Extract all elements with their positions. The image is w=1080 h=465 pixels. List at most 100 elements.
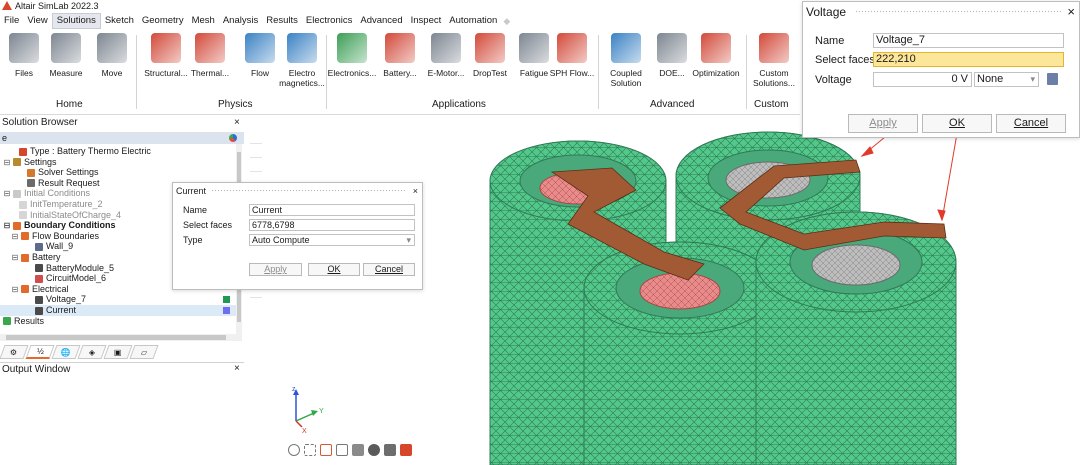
browser-tab-5[interactable]: ▱ <box>129 345 159 359</box>
ribbon-electronics-button[interactable]: Electronics... <box>328 33 376 89</box>
tree-item-type-battery-thermo-electric[interactable]: Type : Battery Thermo Electric <box>0 146 236 157</box>
menu-overflow-icon[interactable]: ◆ <box>503 16 510 27</box>
ribbon-optimization-button[interactable]: Optimization <box>692 33 740 89</box>
menu-geometry[interactable]: Geometry <box>138 13 188 29</box>
color-swatch[interactable] <box>223 307 230 314</box>
current-type-value: Auto Compute <box>252 235 310 245</box>
zoom-area-icon[interactable] <box>320 444 332 456</box>
menu-file[interactable]: File <box>0 13 23 29</box>
tree-node-icon <box>3 317 11 326</box>
tree-item-label: Electrical <box>32 283 69 294</box>
current-name-label: Name <box>183 205 208 215</box>
tree-item-settings[interactable]: ⊟ Settings <box>0 157 236 168</box>
menu-solutions[interactable]: Solutions <box>51 13 101 29</box>
collapse-icon[interactable]: ⊟ <box>3 220 11 231</box>
display-icon[interactable] <box>352 444 364 456</box>
browser-tab-0[interactable]: ⚙ <box>0 345 29 359</box>
collapse-icon[interactable]: ⊟ <box>3 188 11 199</box>
app-title: Altair SimLab 2022.3 <box>15 1 99 11</box>
zoom-icon[interactable] <box>336 444 348 456</box>
tree-node-icon <box>27 168 35 177</box>
ribbon-doe-button[interactable]: DOE... <box>650 33 694 89</box>
ribbon-structural-button[interactable]: Structural... <box>144 33 188 89</box>
ribbon-files-button[interactable]: Files <box>2 33 46 89</box>
voltage-cancel-button[interactable]: Cancel <box>996 114 1066 133</box>
voltage-dialog-header[interactable]: Voltage × <box>803 2 1079 22</box>
ribbon-coupled-solution-button[interactable]: Coupled Solution <box>604 33 648 89</box>
globe-icon[interactable] <box>229 134 237 142</box>
menu-electronics[interactable]: Electronics <box>302 13 356 29</box>
ribbon-custom-solutions-button[interactable]: Custom Solutions... <box>752 33 796 89</box>
solution-browser-close-icon[interactable]: × <box>234 116 240 130</box>
menu-advanced[interactable]: Advanced <box>356 13 406 29</box>
browser-tab-3[interactable]: ◈ <box>77 345 107 359</box>
menu-analysis[interactable]: Analysis <box>219 13 262 29</box>
menu-automation[interactable]: Automation <box>445 13 501 29</box>
current-type-select[interactable]: Auto Compute ▾ <box>249 234 415 246</box>
menu-mesh[interactable]: Mesh <box>188 13 219 29</box>
color-swatch[interactable] <box>223 296 230 304</box>
browser-tab-icon: ½ <box>36 347 44 356</box>
browser-tab-4[interactable]: ▣ <box>103 345 133 359</box>
current-faces-field[interactable]: 6778,6798 <box>249 219 415 231</box>
solution-browser-column-header: e <box>0 132 244 144</box>
menu-results[interactable]: Results <box>262 13 302 29</box>
ribbon-group-physics: Physics <box>218 99 253 110</box>
ribbon-droptest-label: DropTest <box>472 68 507 78</box>
ribbon-measure-button[interactable]: Measure <box>44 33 88 89</box>
menu-bar: File View Solutions Sketch Geometry Mesh Analy… <box>0 13 800 29</box>
collapse-icon[interactable]: ⊟ <box>11 231 19 242</box>
output-window-close-icon[interactable]: × <box>234 362 240 376</box>
current-name-field[interactable]: Current <box>249 204 415 216</box>
tree-item-results[interactable]: Results <box>0 316 236 327</box>
ribbon-group-applications: Applications <box>432 99 486 110</box>
ribbon-battery-button[interactable]: Battery... <box>378 33 422 89</box>
ribbon-droptest-button[interactable]: DropTest <box>468 33 512 89</box>
node-icon[interactable] <box>288 444 300 456</box>
ribbon-move-button[interactable]: Move <box>90 33 134 89</box>
close-icon[interactable]: × <box>1067 2 1075 22</box>
current-cancel-button[interactable]: Cancel <box>363 263 415 276</box>
voltage-value-field[interactable]: 0 V <box>873 72 972 87</box>
collapse-icon[interactable]: ⊟ <box>11 284 19 295</box>
ribbon-doe-label: DOE... <box>659 68 685 78</box>
e-motor-icon <box>431 33 461 63</box>
voltage-apply-button[interactable]: Apply <box>848 114 918 133</box>
tree-item-solver-settings[interactable]: Solver Settings <box>0 167 236 178</box>
collapse-icon[interactable]: ⊟ <box>3 157 11 168</box>
current-ok-button[interactable]: OK <box>308 263 360 276</box>
ribbon-e-motor-button[interactable]: E-Motor... <box>424 33 468 89</box>
column-header-label: e <box>2 133 8 143</box>
close-icon[interactable]: × <box>413 183 418 199</box>
current-dialog-header[interactable]: Current × <box>173 183 422 199</box>
tree-item-label: Boundary Conditions <box>24 220 116 231</box>
tree-item-label: Type : Battery Thermo Electric <box>30 146 151 156</box>
voltage-name-field[interactable]: Voltage_7 <box>873 33 1064 48</box>
browser-tab-icon: ▱ <box>140 347 148 357</box>
ribbon-electro-magnetics-button[interactable]: Electro magnetics... <box>279 33 325 89</box>
render-icon[interactable] <box>384 444 396 456</box>
tree-item-voltage-7[interactable]: Voltage_7 <box>0 294 236 305</box>
3d-viewport[interactable] <box>244 116 1080 465</box>
ribbon-sph-flow-button[interactable]: SPH Flow... <box>550 33 594 89</box>
collapse-icon[interactable]: ⊟ <box>11 252 19 263</box>
voltage-faces-field[interactable]: 222,210 <box>873 52 1064 67</box>
doe-icon <box>657 33 687 63</box>
mesh-color-icon[interactable] <box>400 444 412 456</box>
tree-horizontal-scrollbar[interactable] <box>0 334 242 341</box>
browser-tab-2[interactable]: 🌐 <box>51 345 81 359</box>
voltage-ok-button[interactable]: OK <box>922 114 992 133</box>
ribbon-flow-button[interactable]: Flow <box>238 33 282 89</box>
current-apply-button[interactable]: Apply <box>249 263 302 276</box>
visibility-icon[interactable] <box>368 444 380 456</box>
tree-item-current[interactable]: Current <box>0 305 236 316</box>
function-editor-icon[interactable] <box>1047 73 1058 85</box>
voltage-unit-select[interactable]: None ▾ <box>974 72 1039 87</box>
fit-icon[interactable] <box>304 444 316 456</box>
fatigue-icon <box>519 33 549 63</box>
menu-inspect[interactable]: Inspect <box>407 13 446 29</box>
browser-tab-1[interactable]: ½ <box>25 345 55 359</box>
menu-sketch[interactable]: Sketch <box>101 13 138 29</box>
menu-view[interactable]: View <box>23 13 51 29</box>
ribbon-thermal-button[interactable]: Thermal... <box>188 33 232 89</box>
